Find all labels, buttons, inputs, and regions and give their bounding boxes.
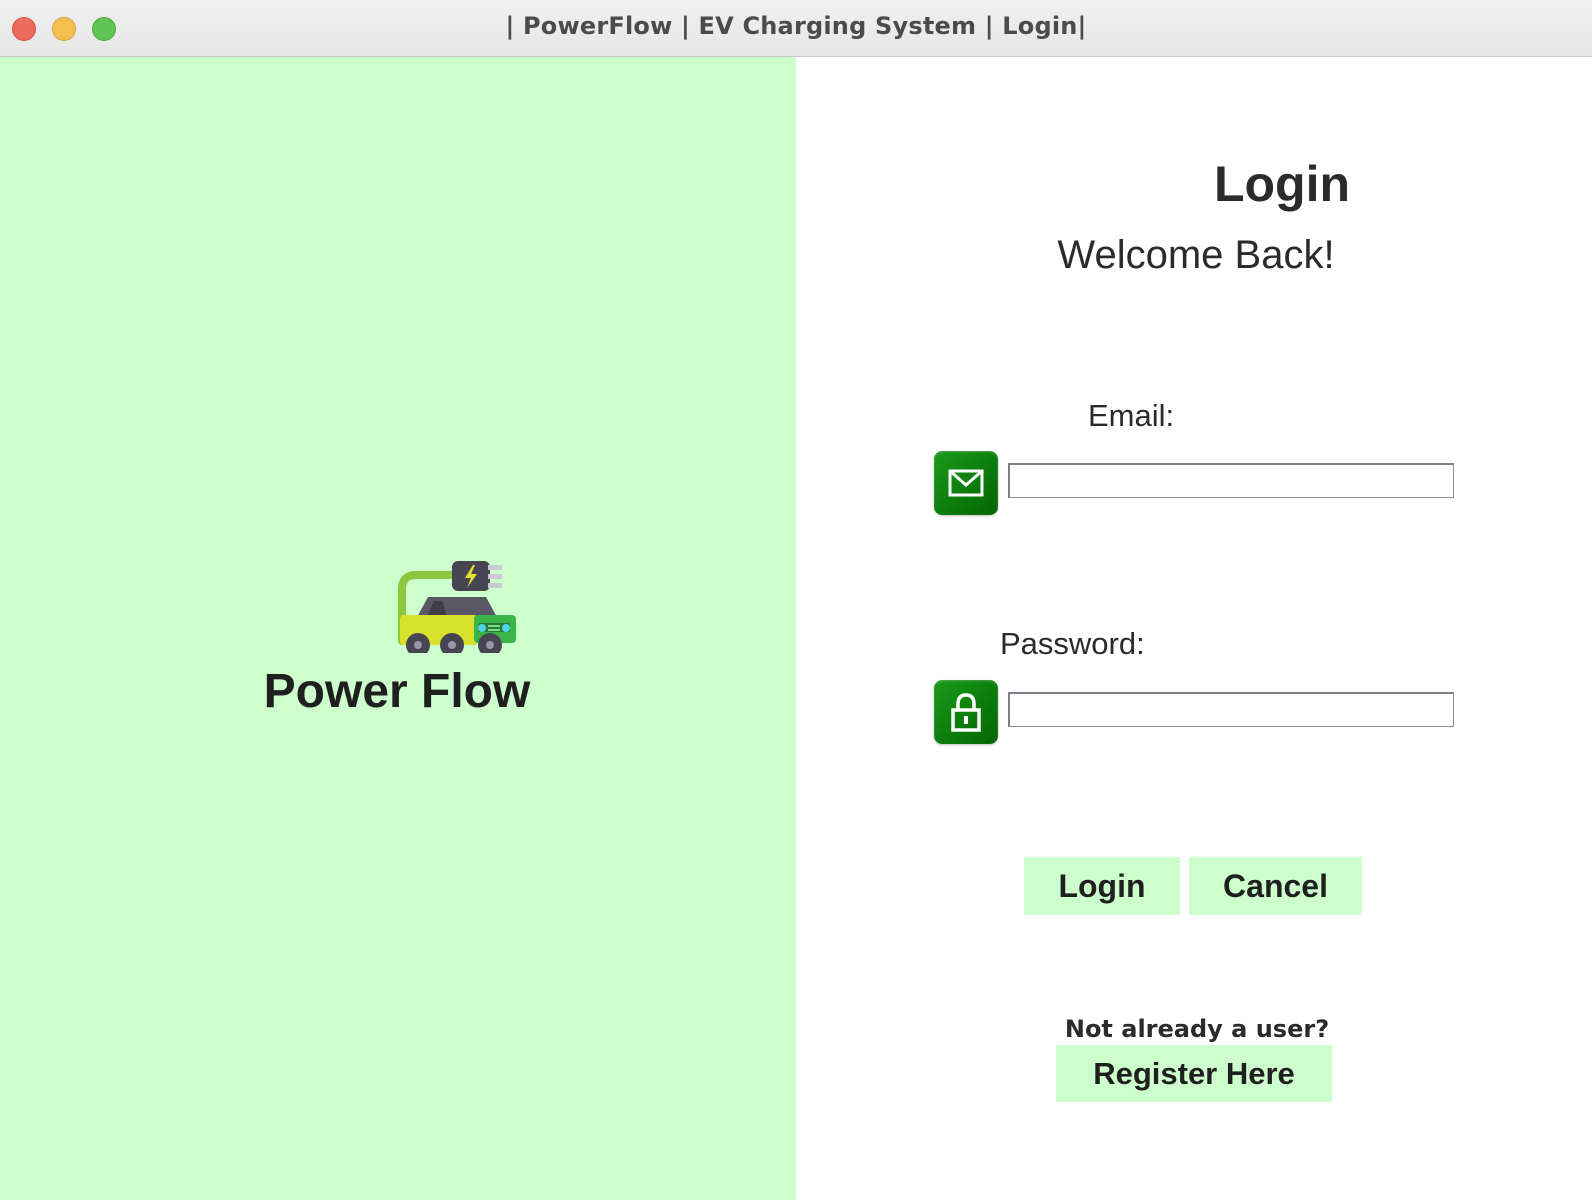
ev-car-charging-icon — [398, 561, 516, 653]
register-button[interactable]: Register Here — [1056, 1045, 1332, 1102]
page-subtitle: Welcome Back! — [1057, 233, 1335, 277]
brand-panel: Power Flow — [0, 57, 796, 1200]
password-label: Password: — [1000, 626, 1145, 661]
envelope-icon — [934, 451, 998, 515]
login-window: | PowerFlow | EV Charging System | Login… — [0, 0, 1592, 1200]
register-prompt: Not already a user? — [1064, 1015, 1330, 1043]
page-title: Login — [1213, 156, 1351, 212]
brand-name-text: Power Flow — [263, 665, 531, 718]
title-bar[interactable]: | PowerFlow | EV Charging System | Login… — [0, 0, 1592, 57]
cancel-button[interactable]: Cancel — [1189, 857, 1362, 915]
password-field[interactable] — [1008, 692, 1454, 727]
login-button[interactable]: Login — [1024, 857, 1180, 915]
lock-icon — [934, 680, 998, 744]
email-field[interactable] — [1008, 463, 1454, 498]
window-title: | PowerFlow | EV Charging System | Login… — [505, 12, 1087, 40]
brand-name: Power Flow — [0, 664, 796, 719]
email-label: Email: — [1088, 398, 1175, 433]
login-form-panel: Login Welcome Back! Email: Password: Log… — [796, 57, 1592, 1200]
